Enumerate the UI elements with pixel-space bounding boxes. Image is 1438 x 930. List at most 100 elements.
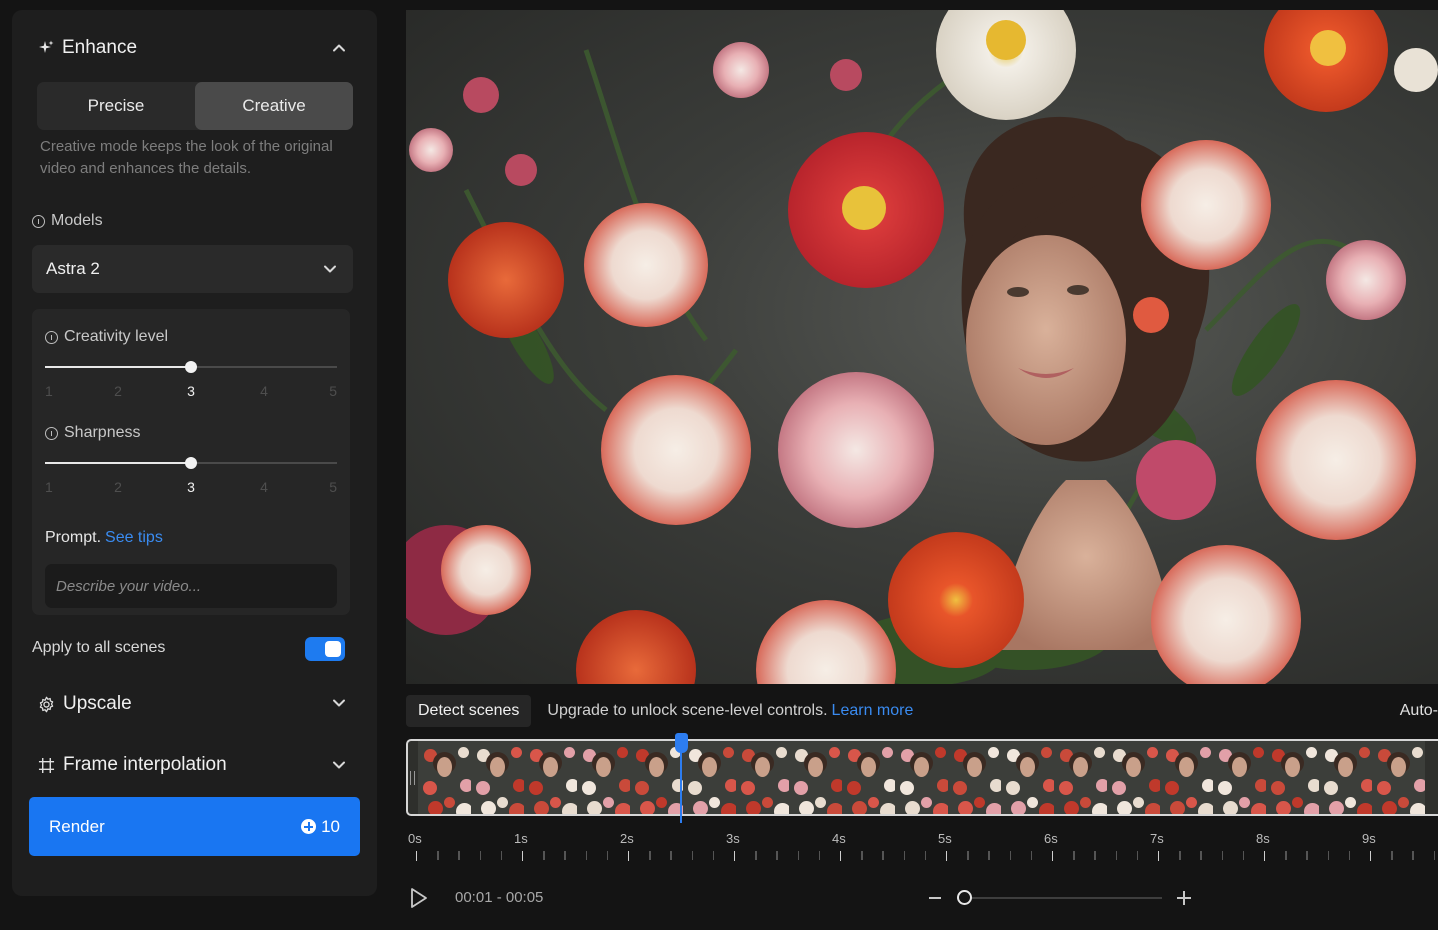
chevron-down-icon xyxy=(321,260,339,278)
enhance-title: Enhance xyxy=(62,37,138,58)
ruler-tick xyxy=(691,851,693,860)
zoom-slider-track[interactable] xyxy=(972,897,1162,899)
info-icon[interactable] xyxy=(32,214,45,228)
filmstrip-frame xyxy=(789,741,842,814)
filmstrip-frame xyxy=(577,741,630,814)
ruler-tick xyxy=(1179,851,1181,860)
render-credits: 10 xyxy=(301,817,340,837)
mode-precise[interactable]: Precise xyxy=(37,82,195,130)
enhance-header[interactable]: Enhance xyxy=(38,37,137,59)
ruler-tick xyxy=(1391,851,1393,860)
ruler-label: 9s xyxy=(1362,831,1376,846)
ruler-tick xyxy=(1052,851,1054,861)
tick-label: 5 xyxy=(329,479,337,495)
filmstrip-frame xyxy=(1266,741,1319,814)
ruler-tick xyxy=(458,851,460,860)
sparkle-icon xyxy=(39,40,54,53)
creativity-slider[interactable] xyxy=(45,360,337,374)
frame-interpolation-header[interactable]: Frame interpolation xyxy=(38,754,227,776)
ruler-tick xyxy=(564,851,566,860)
slider-fill xyxy=(45,462,191,464)
models-label-row: Models xyxy=(32,212,103,230)
play-icon[interactable] xyxy=(409,887,429,909)
prompt-label: Prompt. xyxy=(45,529,102,546)
ruler-tick xyxy=(649,851,651,860)
ruler-tick xyxy=(416,851,418,861)
ruler-tick xyxy=(840,851,842,861)
gear-icon xyxy=(39,696,54,712)
sharpness-slider[interactable] xyxy=(45,456,337,470)
zoom-slider-thumb[interactable] xyxy=(957,890,972,905)
ruler-tick xyxy=(882,851,884,860)
scene-bar: Detect scenes Upgrade to unlock scene-le… xyxy=(406,694,1438,728)
ruler-tick xyxy=(1030,851,1033,860)
slider-thumb[interactable] xyxy=(185,361,197,373)
ruler-tick xyxy=(1327,851,1329,860)
ruler-tick xyxy=(903,851,905,860)
see-tips-link[interactable]: See tips xyxy=(105,529,163,546)
ruler-label: 0s xyxy=(408,831,422,846)
timeline-ruler[interactable]: 0s 1s 2s 3s 4s 5s 6s 7s 8s 9s xyxy=(406,828,1438,868)
zoom-in-icon[interactable] xyxy=(1177,891,1191,905)
ruler-tick xyxy=(606,851,609,860)
sharpness-label: Sharpness xyxy=(64,424,141,441)
filmstrip-frame xyxy=(842,741,895,814)
ruler-tick xyxy=(1200,851,1202,860)
ruler-tick xyxy=(1158,851,1160,861)
tick-label: 2 xyxy=(114,479,122,495)
detect-scenes-button[interactable]: Detect scenes xyxy=(406,695,532,727)
ruler-tick xyxy=(755,851,757,860)
ruler-tick xyxy=(500,851,503,860)
playhead-line xyxy=(680,745,682,823)
ruler-tick xyxy=(1073,851,1075,860)
filmstrip-frame xyxy=(418,741,471,814)
auto-option[interactable]: Auto- xyxy=(1400,702,1438,720)
ruler-tick xyxy=(988,851,990,860)
filmstrip-frame xyxy=(1001,741,1054,814)
ruler-tick xyxy=(712,851,715,860)
filmstrip[interactable] xyxy=(406,739,1438,816)
info-icon[interactable] xyxy=(45,426,58,440)
filmstrip-frame xyxy=(471,741,524,814)
tick-label: 4 xyxy=(260,383,268,399)
upscale-header[interactable]: Upscale xyxy=(38,693,132,715)
ruler-tick xyxy=(522,851,524,861)
upgrade-text: Upgrade to unlock scene-level controls. xyxy=(547,702,828,719)
grid-icon xyxy=(38,757,55,773)
credit-count: 10 xyxy=(321,816,340,836)
slider-thumb[interactable] xyxy=(185,457,197,469)
creativity-label-row: Creativity level xyxy=(45,328,168,346)
filmstrip-frame xyxy=(1107,741,1160,814)
prompt-input[interactable] xyxy=(45,564,337,608)
ruler-tick xyxy=(776,851,778,860)
ruler-label: 4s xyxy=(832,831,846,846)
info-icon[interactable] xyxy=(45,330,58,344)
playhead-handle[interactable] xyxy=(674,733,688,753)
chevron-down-icon[interactable] xyxy=(330,756,348,774)
mode-creative[interactable]: Creative xyxy=(195,82,353,130)
chevron-up-icon[interactable] xyxy=(330,39,348,57)
render-button[interactable]: Render 10 xyxy=(29,797,360,856)
ruler-tick xyxy=(670,851,672,860)
learn-more-link[interactable]: Learn more xyxy=(832,702,914,719)
video-preview[interactable] xyxy=(406,10,1438,684)
ruler-label: 8s xyxy=(1256,831,1270,846)
ruler-tick xyxy=(1433,851,1435,860)
filmstrip-frames xyxy=(418,741,1438,814)
ruler-tick xyxy=(1136,851,1139,860)
ruler-tick xyxy=(924,851,927,860)
ruler-tick xyxy=(861,851,863,860)
ruler-tick xyxy=(1370,851,1372,861)
ruler-tick xyxy=(1009,851,1011,860)
chevron-down-icon[interactable] xyxy=(330,694,348,712)
trim-handle-icon[interactable] xyxy=(410,771,415,785)
apply-all-toggle[interactable] xyxy=(305,637,345,661)
model-select[interactable]: Astra 2 xyxy=(32,245,353,293)
settings-card: Creativity level 1 2 3 4 5 Sharpness 1 2… xyxy=(32,309,350,615)
render-label: Render xyxy=(49,816,105,836)
filmstrip-frame xyxy=(1054,741,1107,814)
zoom-out-icon[interactable] xyxy=(929,897,941,899)
enhance-panel: Enhance Precise Creative Creative mode k… xyxy=(12,10,377,896)
apply-all-label: Apply to all scenes xyxy=(32,639,166,656)
ruler-tick xyxy=(1412,851,1414,860)
